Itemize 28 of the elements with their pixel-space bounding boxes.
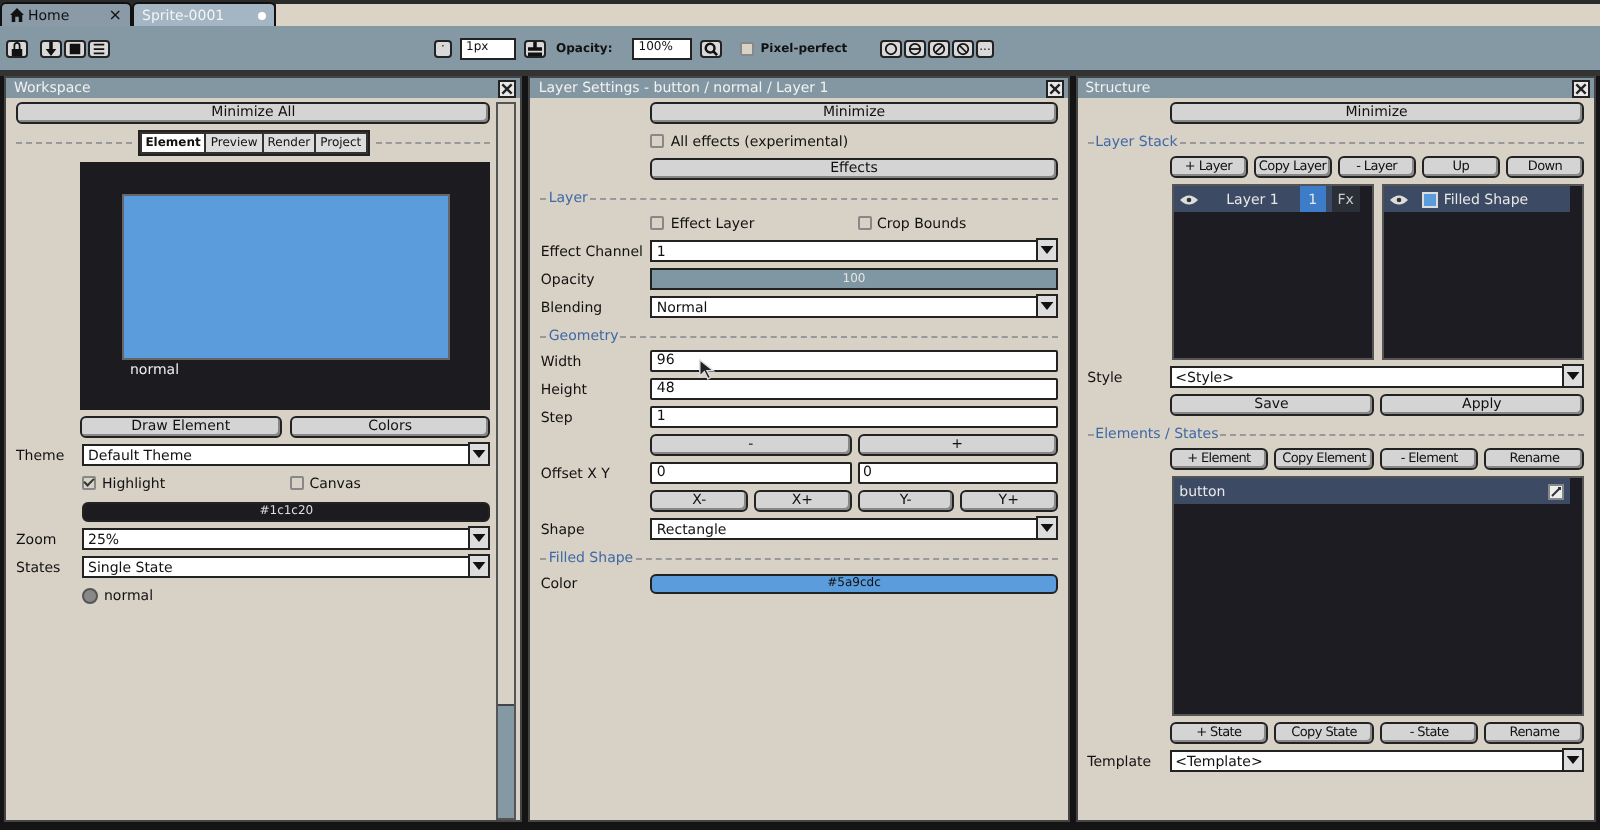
close-icon[interactable] <box>498 79 517 97</box>
down-arrow-button[interactable] <box>40 39 62 57</box>
circle-backslash-button[interactable] <box>951 39 974 57</box>
eye-icon[interactable] <box>1179 193 1198 205</box>
home-icon <box>10 8 24 22</box>
caret-icon <box>1039 524 1054 532</box>
caret-icon <box>472 450 487 458</box>
eye-icon[interactable] <box>1389 193 1408 205</box>
circle-line-button[interactable] <box>903 39 926 57</box>
close-icon[interactable] <box>1572 79 1590 97</box>
menu-button[interactable] <box>88 39 110 57</box>
zoom-button[interactable] <box>700 39 723 57</box>
circle-button[interactable] <box>879 39 902 57</box>
mouse-pointer-icon <box>698 358 717 380</box>
stamp-button[interactable] <box>524 39 546 57</box>
caret-icon <box>1566 372 1580 380</box>
caret-icon <box>472 534 487 542</box>
scrollbar[interactable] <box>496 102 517 820</box>
close-icon[interactable]: × <box>108 7 122 23</box>
circle-slash-button[interactable] <box>927 39 950 57</box>
square-button[interactable] <box>64 39 86 57</box>
caret-icon <box>472 562 487 570</box>
lock-button[interactable] <box>6 39 28 57</box>
edit-icon[interactable] <box>1548 483 1564 499</box>
caret-icon <box>1039 302 1054 310</box>
caret-icon <box>1039 246 1054 254</box>
caret-icon <box>1566 756 1580 764</box>
close-icon[interactable] <box>1045 79 1064 97</box>
